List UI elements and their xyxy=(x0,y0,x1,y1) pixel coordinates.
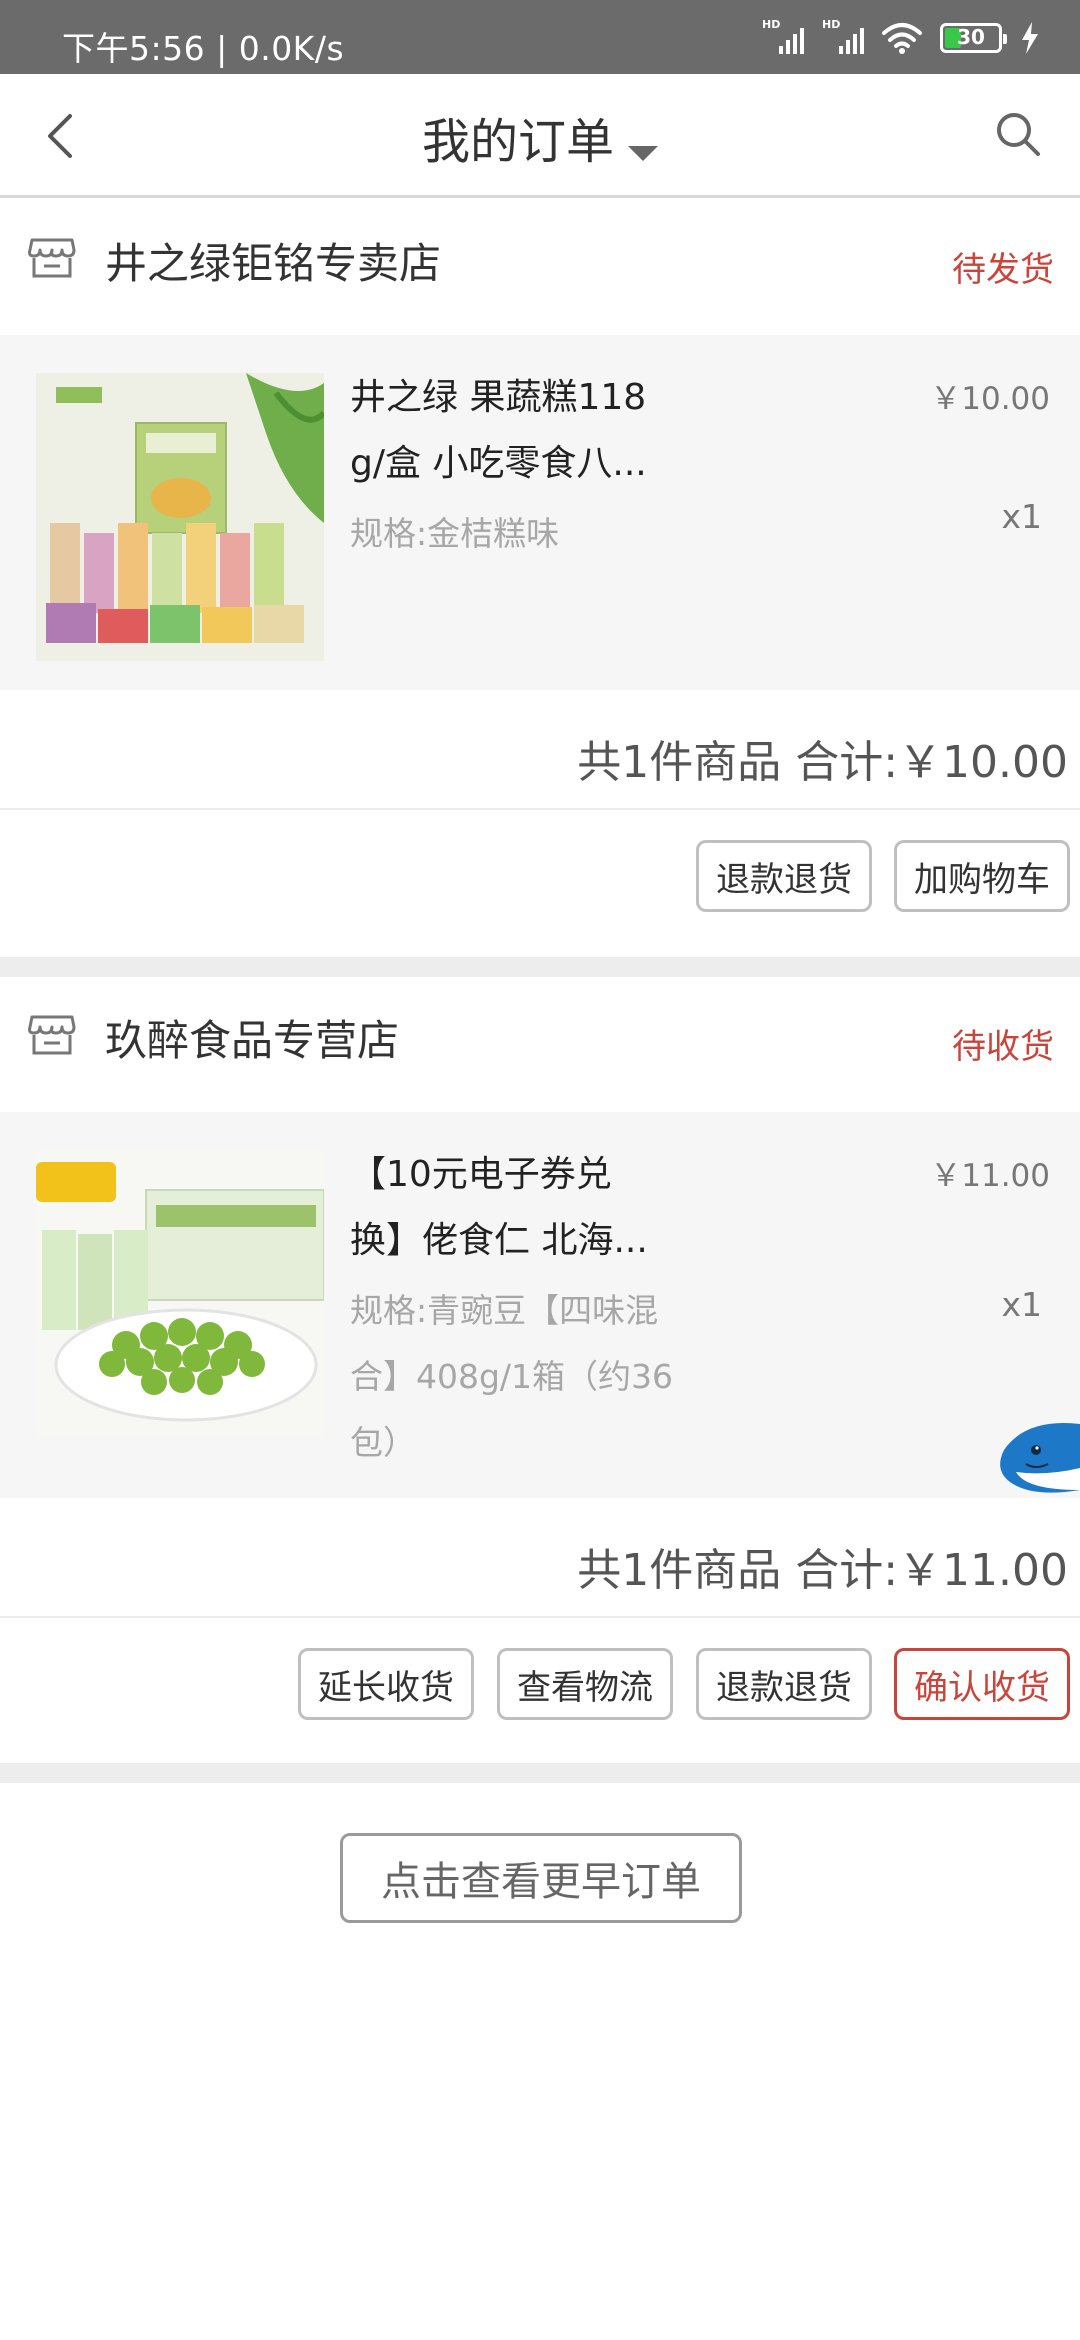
product-title: 【10元电子券兑 换】佬食仁 北海... xyxy=(350,1154,648,1261)
shop-name: 玖醉食品专营店 xyxy=(105,1016,400,1065)
product-spec: 规格:金桔糕味 xyxy=(350,514,560,553)
shop-row[interactable]: 玖醉食品专营店 待收货 xyxy=(0,977,1080,1112)
product-price: ￥10.00 xyxy=(930,381,1050,417)
order-actions: 退款退货 加购物车 xyxy=(0,810,1080,955)
order-status: 待收货 xyxy=(952,1027,1054,1067)
search-button[interactable] xyxy=(986,102,1050,166)
battery-icon: 30 xyxy=(940,23,1007,53)
product-spec: 规格:青豌豆【四味混 合】408g/1箱（约36 包） xyxy=(350,1291,674,1462)
order-actions: 延长收货 查看物流 退款退货 确认收货 xyxy=(0,1618,1080,1763)
extend-receipt-button[interactable]: 延长收货 xyxy=(298,1648,474,1720)
status-bar: 下午5:56 | 0.0K/s HD HD 30 xyxy=(0,0,1080,74)
order-card: 玖醉食品专营店 待收货 【10元电子券兑 换】佬食仁 北海... 规格:青豌豆【… xyxy=(0,977,1080,1763)
order-total: 共1件商品 合计:￥10.00 xyxy=(577,737,1068,788)
shop-name: 井之绿钜铭专卖店 xyxy=(105,239,442,288)
product-image xyxy=(36,373,324,661)
order-card: 井之绿钜铭专卖店 待发货 井之绿 果蔬糕118 g/盒 小吃零食八... 规格:… xyxy=(0,200,1080,955)
refund-return-button[interactable]: 退款退货 xyxy=(696,1648,872,1720)
signal-icon-2: HD xyxy=(822,18,864,56)
order-status: 待发货 xyxy=(952,250,1054,290)
page-title: 我的订单 xyxy=(421,114,614,170)
caret-down-icon xyxy=(628,146,658,161)
order-total-row: 共1件商品 合计:￥10.00 xyxy=(0,690,1080,810)
confirm-receipt-button[interactable]: 确认收货 xyxy=(894,1648,1070,1720)
product-image xyxy=(36,1150,324,1438)
order-separator xyxy=(0,1763,1080,1783)
order-item[interactable]: 井之绿 果蔬糕118 g/盒 小吃零食八... 规格:金桔糕味 ￥10.00 x… xyxy=(0,335,1080,690)
charging-icon xyxy=(1022,22,1038,54)
order-total: 共1件商品 合计:￥11.00 xyxy=(577,1545,1068,1596)
status-time: 下午5:56 | 0.0K/s xyxy=(62,29,345,68)
order-separator xyxy=(0,957,1080,977)
whale-mascot-icon[interactable] xyxy=(996,1410,1080,1500)
store-icon xyxy=(28,238,76,278)
product-quantity: x1 xyxy=(1001,1285,1042,1324)
search-icon xyxy=(997,113,1040,156)
order-filter-dropdown[interactable]: 我的订单 xyxy=(0,102,1080,172)
app-header: 我的订单 xyxy=(0,74,1080,198)
product-price: ￥11.00 xyxy=(930,1158,1050,1194)
shop-row[interactable]: 井之绿钜铭专卖店 待发货 xyxy=(0,200,1080,335)
order-total-row: 共1件商品 合计:￥11.00 xyxy=(0,1498,1080,1618)
order-item[interactable]: 【10元电子券兑 换】佬食仁 北海... 规格:青豌豆【四味混 合】408g/1… xyxy=(0,1112,1080,1498)
store-icon xyxy=(28,1015,76,1055)
wifi-icon xyxy=(882,23,922,54)
status-icons: HD HD 30 xyxy=(762,18,1040,56)
view-logistics-button[interactable]: 查看物流 xyxy=(497,1648,673,1720)
add-to-cart-button[interactable]: 加购物车 xyxy=(894,840,1070,912)
refund-return-button[interactable]: 退款退货 xyxy=(696,840,872,912)
signal-icon: HD xyxy=(762,18,804,56)
product-title: 井之绿 果蔬糕118 g/盒 小吃零食八... xyxy=(350,377,647,484)
product-quantity: x1 xyxy=(1001,497,1042,536)
view-earlier-orders-button[interactable]: 点击查看更早订单 xyxy=(340,1833,742,1923)
